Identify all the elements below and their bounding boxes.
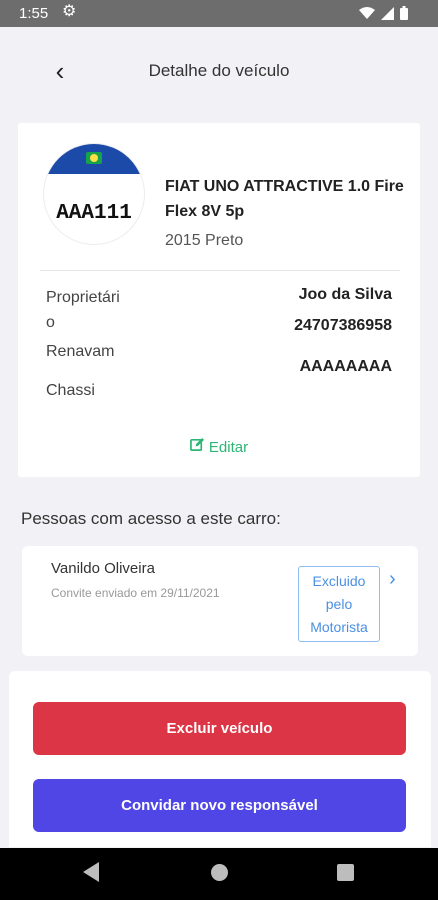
chassi-value: AAAAAAAA [299,358,392,375]
renavam-label: Renavam [46,343,115,360]
chevron-right-icon[interactable]: › [389,568,396,591]
edit-pencil-icon [190,437,205,456]
settings-gear-icon: ⚙ [62,3,77,20]
system-icons [359,6,408,20]
invite-date: Convite enviado em 29/11/2021 [51,586,220,600]
navigation-bar [0,848,438,900]
app-bar: ‹ Detalhe do veículo [0,27,438,115]
edit-label: Editar [208,439,249,456]
edit-button[interactable]: Editar [0,437,438,456]
battery-icon [400,6,408,20]
access-section-title: Pessoas com acesso a este carro: [21,509,281,528]
owner-value: Joo da Silva [298,286,392,303]
page-title: Detalhe do veículo [148,61,290,80]
chassi-label: Chassi [46,382,95,399]
license-plate-badge: AAA111 [44,144,144,244]
nav-recents-icon[interactable] [337,864,354,881]
nav-back-icon[interactable] [83,862,99,882]
nav-home-icon[interactable] [211,864,228,881]
status-badge: Excluido pelo Motorista [298,566,380,642]
signal-icon [381,6,394,20]
wifi-icon [359,6,375,19]
plate-number: AAA111 [56,202,132,225]
owner-label: Proprietári o [46,289,120,331]
vehicle-model: FIAT UNO ATTRACTIVE 1.0 Fire Flex 8V 5p [165,178,404,220]
delete-vehicle-button[interactable]: Excluir veículo [33,702,406,755]
person-name: Vanildo Oliveira [51,560,155,577]
brazil-flag-icon [86,152,102,164]
invite-responsible-button[interactable]: Convidar novo responsável [33,779,406,832]
divider [40,270,400,271]
vehicle-year-color: 2015 Preto [165,232,244,249]
status-bar: 1:55 ⚙ [0,0,438,27]
status-time: 1:55 [19,5,49,22]
renavam-value: 24707386958 [294,317,392,334]
